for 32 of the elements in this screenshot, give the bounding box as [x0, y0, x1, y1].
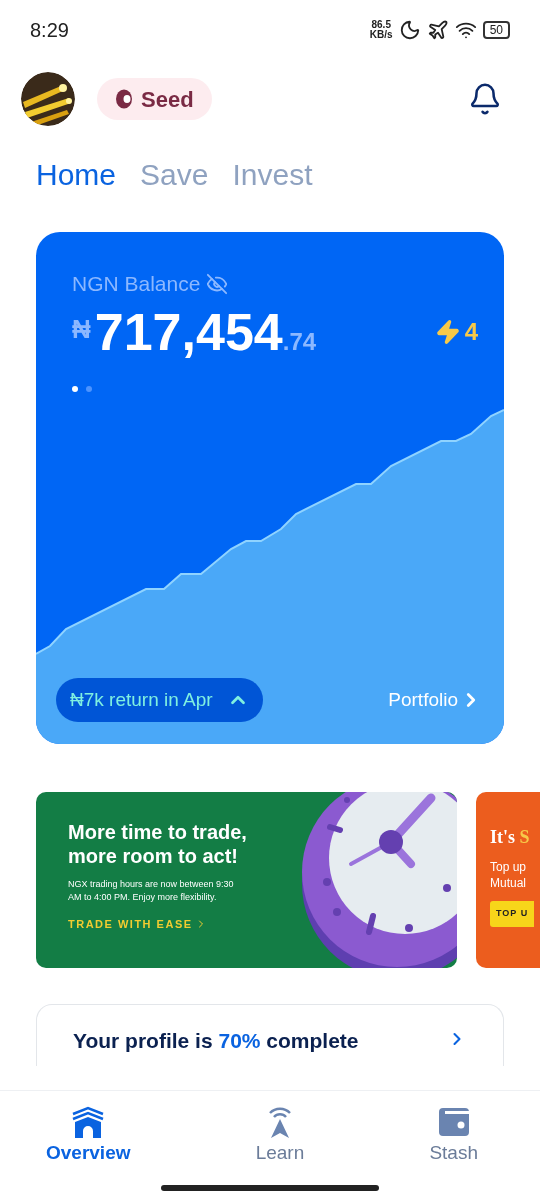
profile-completion-card[interactable]: Your profile is 70% complete	[36, 1004, 504, 1066]
battery-icon: 50	[482, 21, 510, 39]
promo-cta[interactable]: TRADE WITH EASE	[68, 916, 296, 933]
balance-label: NGN Balance	[72, 271, 201, 297]
balance-amount: 717,454	[94, 301, 283, 363]
network-speed: 86.5	[371, 20, 391, 30]
lightning-icon	[434, 318, 461, 345]
promo-title: It's S	[490, 826, 530, 849]
notification-bell-icon[interactable]	[468, 82, 502, 116]
wallet-icon	[436, 1105, 471, 1139]
half-moon-icon	[115, 89, 133, 109]
promo-body: Top up Mutual	[490, 859, 528, 891]
promo-banner[interactable]: It's S Top up Mutual TOP U	[476, 792, 540, 968]
currency-symbol: ₦	[72, 312, 91, 346]
home-icon	[71, 1105, 106, 1139]
promo-banner[interactable]: More time to trade, more room to act! NGX trading hours are now between 9:30 AM to 4:00 PM. Enjoy more flexibility. TRADE WITH EASE	[36, 792, 457, 968]
nav-tab[interactable]: Home	[36, 156, 117, 194]
moon-icon	[398, 19, 421, 41]
promo-title: More time to trade, more room to act!	[68, 820, 248, 868]
bottom-nav-item[interactable]: Stash	[429, 1105, 478, 1168]
status-time: 8:29	[30, 18, 69, 43]
streak-count: 4	[464, 316, 478, 347]
balance-decimals: .74	[282, 327, 317, 355]
profile-completion-title: Your profile is 70% complete	[73, 1028, 359, 1054]
bottom-nav-item[interactable]: Learn	[255, 1105, 305, 1168]
tier-badge[interactable]: Seed	[97, 78, 212, 120]
promo-cta[interactable]: TOP U	[490, 901, 535, 927]
network-speed-unit: KB/s	[369, 30, 393, 40]
airplane-icon	[426, 19, 449, 41]
promo-body: NGX trading hours are now between 9:30 AM to 4:00 PM. Enjoy more flexibility.	[68, 878, 235, 904]
monthly-return-pill[interactable]: ₦7k return in Apr	[56, 678, 263, 722]
bottom-nav-item[interactable]: Overview	[46, 1105, 131, 1168]
